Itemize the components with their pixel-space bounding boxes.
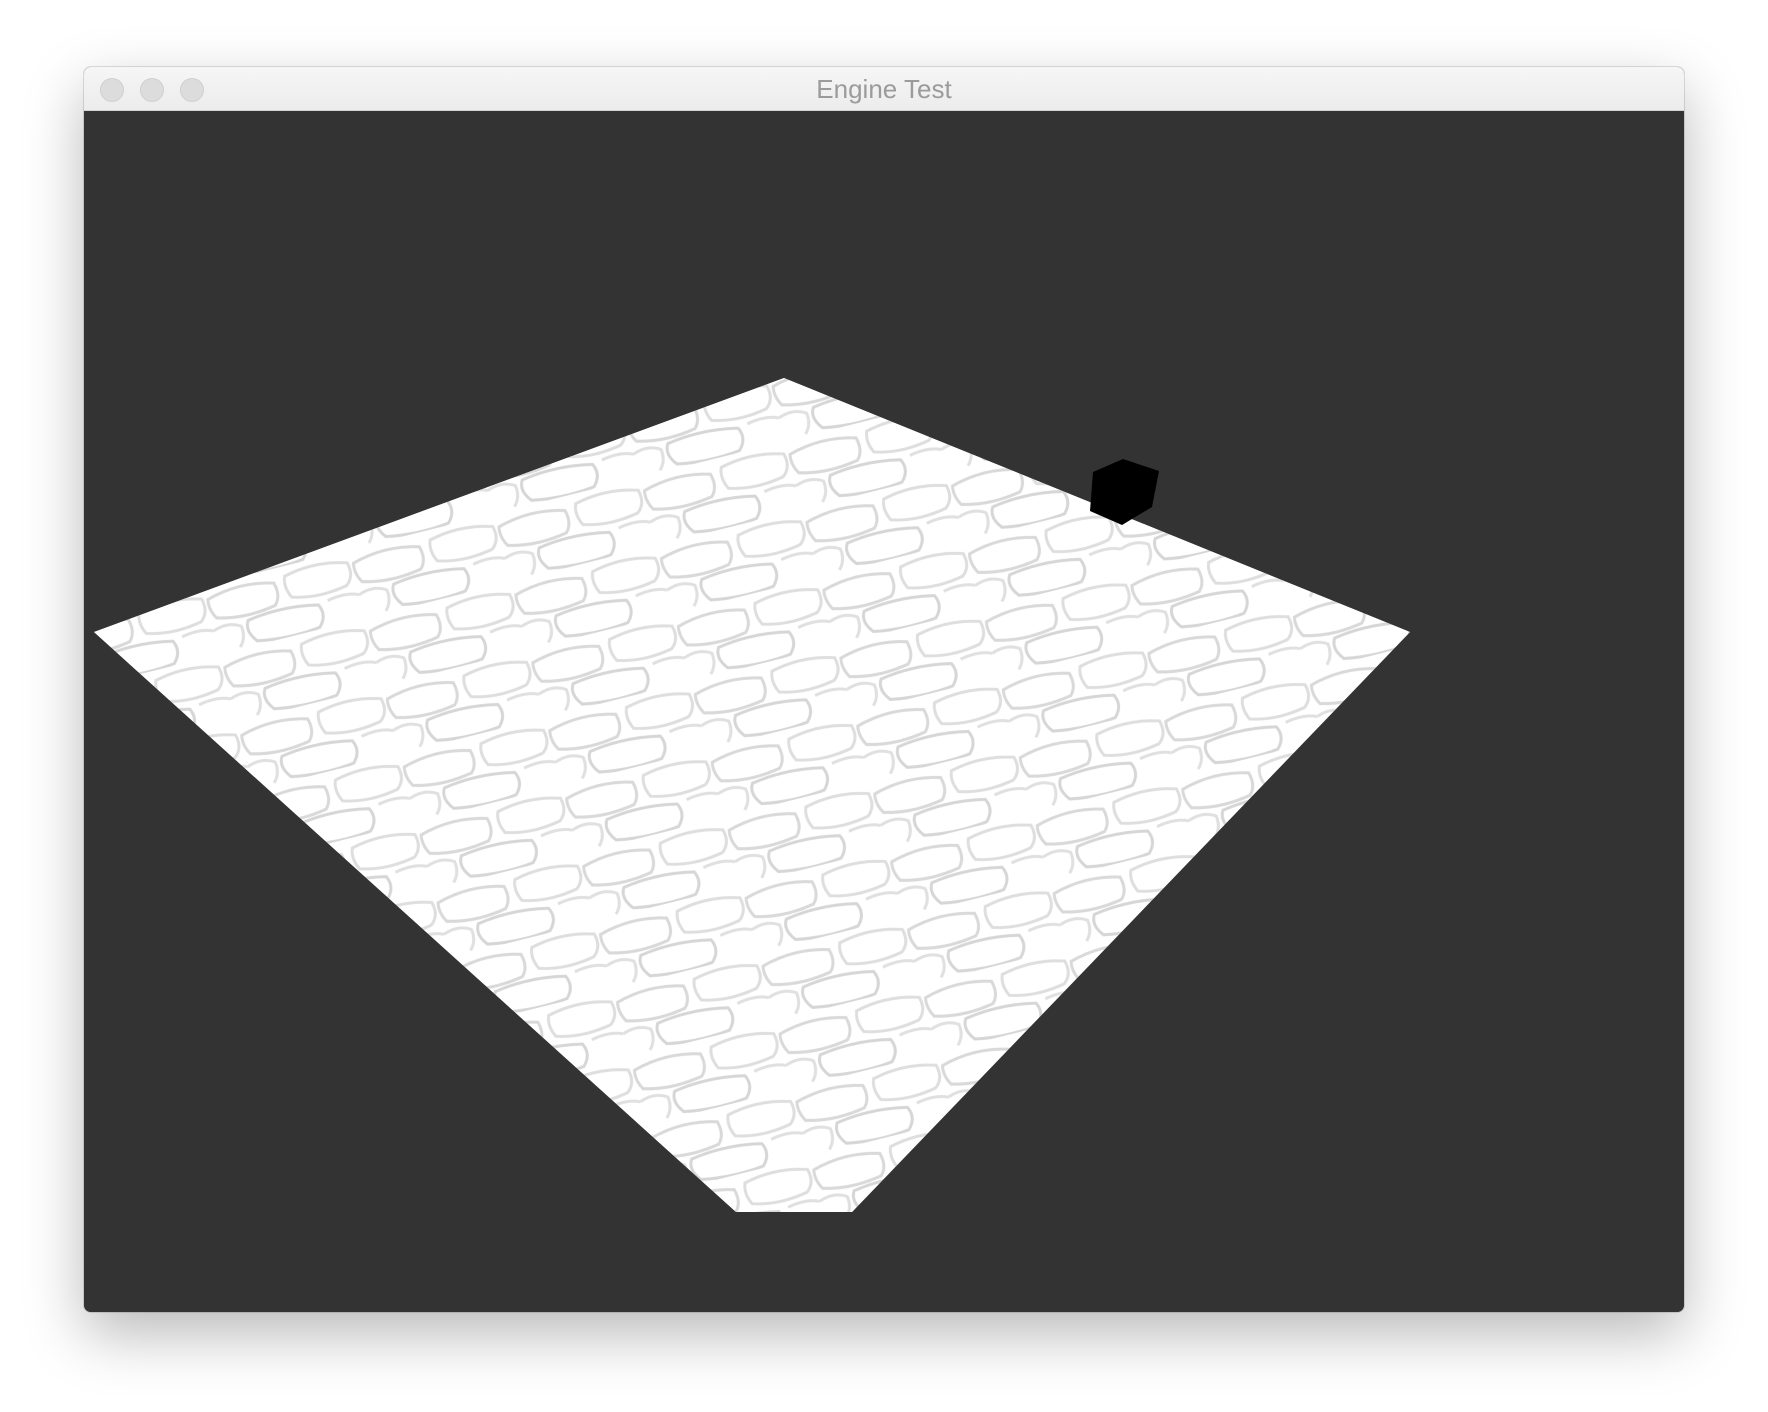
window-title: Engine Test — [816, 74, 952, 104]
scene-canvas — [94, 378, 1410, 1212]
app-window: Engine Test — [84, 67, 1684, 1312]
floor-plane — [94, 378, 1410, 1212]
render-viewport[interactable] — [84, 111, 1684, 1312]
cube — [1090, 459, 1159, 525]
title-bar[interactable]: Engine Test — [84, 67, 1684, 111]
